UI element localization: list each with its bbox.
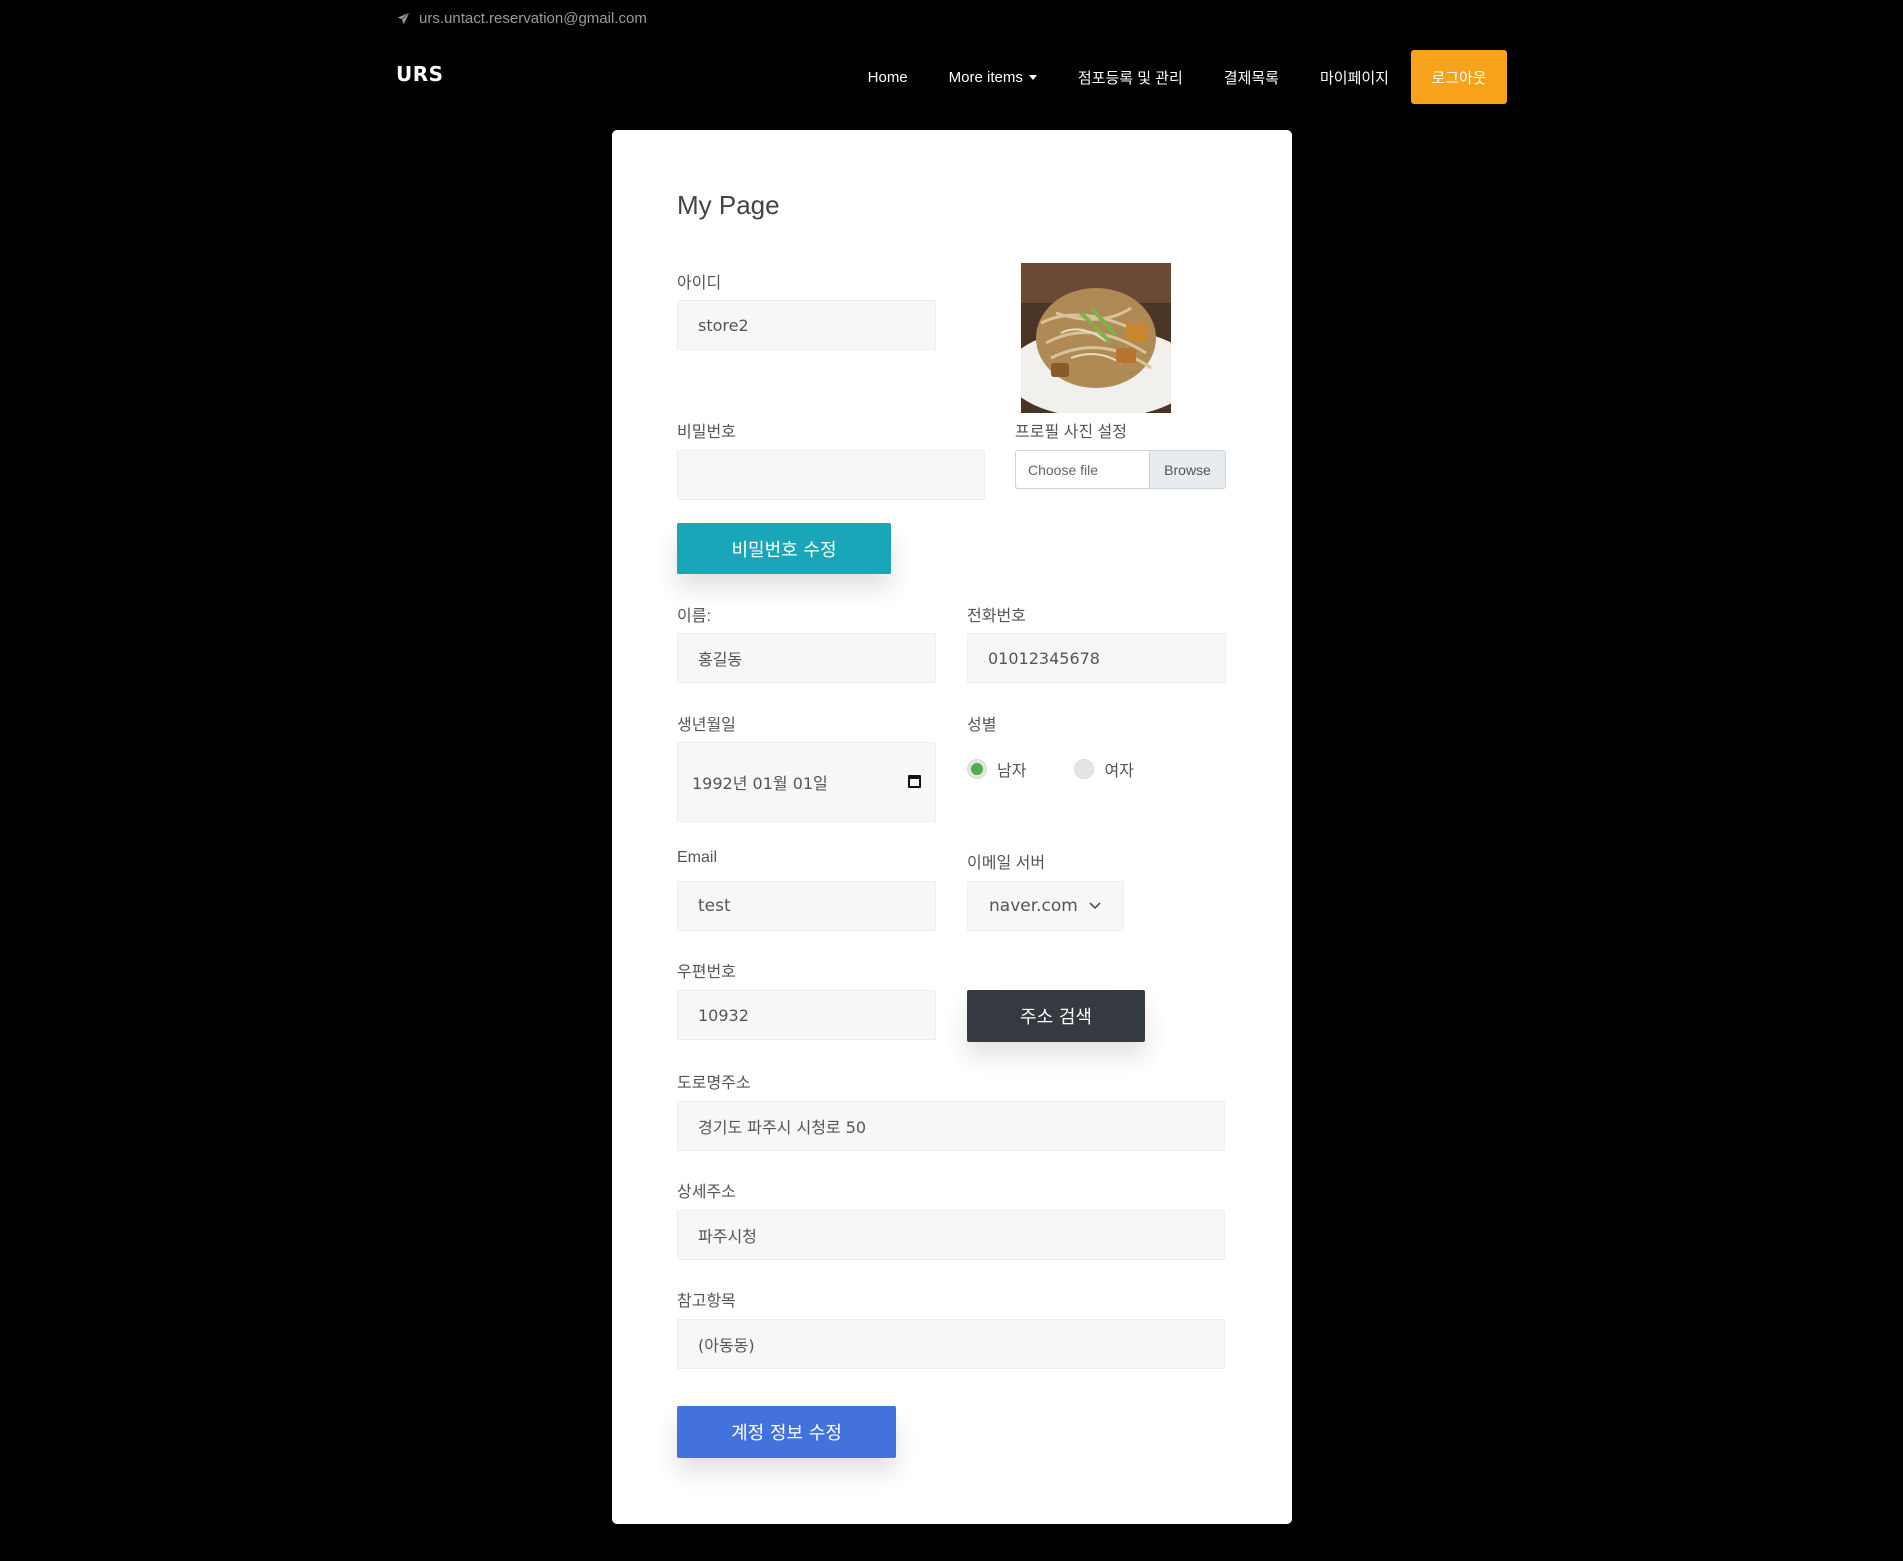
main-nav: Home More items 점포등록 및 관리 결제목록 마이페이지 로그아… [827,50,1507,104]
nav-payment-list[interactable]: 결제목록 [1224,67,1279,88]
zip-label: 우편번호 [677,964,736,981]
birth-label: 생년월일 [677,717,736,734]
nav-more-items[interactable]: More items [949,69,1037,86]
phone-field[interactable]: 01012345678 [967,633,1226,683]
birth-date-field[interactable]: 1992년 01월 01일 [677,742,936,822]
zip-field[interactable]: 10932 [677,990,936,1040]
contact-email[interactable]: urs.untact.reservation@gmail.com [419,10,647,27]
nav-more-items-label: More items [948,68,1023,86]
email-label: Email [677,849,718,866]
mypage-card: My Page 아이디 store2 비밀번호 프로필 사진 설정 Choose… [612,130,1292,1524]
logout-button[interactable]: 로그아웃 [1411,50,1507,104]
phone-label: 전화번호 [967,608,1026,625]
photo-label: 프로필 사진 설정 [1015,424,1127,441]
road-address-field[interactable]: 경기도 파주시 시청로 50 [677,1101,1225,1151]
gender-female-label: 여자 [1104,763,1134,780]
change-password-button[interactable]: 비밀번호 수정 [677,523,891,574]
profile-photo [1021,263,1171,413]
detail-address-label: 상세주소 [677,1184,736,1201]
site-logo[interactable]: URS [396,62,444,86]
email-field[interactable]: test [677,881,936,931]
gender-male-label: 남자 [997,763,1027,780]
file-browse-button[interactable]: Browse [1149,451,1225,488]
gender-radio-group: 남자 여자 [967,757,1182,781]
photo-file-input[interactable]: Choose file Browse [1015,450,1226,489]
reference-field[interactable]: (아동동) [677,1319,1225,1369]
address-search-button[interactable]: 주소 검색 [967,990,1145,1042]
reference-label: 참고항목 [677,1293,736,1310]
paper-plane-icon [396,10,411,26]
email-server-select[interactable]: naver.com [967,881,1124,931]
caret-down-icon [1028,74,1037,80]
file-choose-text: Choose file [1028,461,1099,478]
save-account-button[interactable]: 계정 정보 수정 [677,1406,896,1458]
birth-date-value: 1992년 01월 01일 [692,774,828,793]
nav-home[interactable]: Home [868,69,908,86]
contact-bar: urs.untact.reservation@gmail.com [396,8,647,28]
id-field[interactable]: store2 [677,300,936,350]
chevron-down-icon [1089,902,1101,910]
email-server-label: 이메일 서버 [967,855,1046,872]
name-label: 이름: [677,608,711,625]
page-title: My Page [677,190,780,220]
road-address-label: 도로명주소 [677,1075,751,1092]
email-server-value: naver.com [989,896,1078,916]
gender-female-radio[interactable] [1074,759,1095,779]
nav-mypage[interactable]: 마이페이지 [1320,67,1389,88]
gender-male-radio[interactable] [967,759,987,779]
food-image [1021,263,1171,413]
detail-address-field[interactable]: 파주시청 [677,1210,1225,1260]
calendar-icon[interactable] [908,775,921,788]
password-label: 비밀번호 [677,424,736,441]
password-field[interactable] [677,450,985,500]
name-field[interactable]: 홍길동 [677,633,936,683]
id-label: 아이디 [677,275,722,292]
nav-store-management[interactable]: 점포등록 및 관리 [1078,67,1183,88]
gender-label: 성별 [967,717,997,734]
